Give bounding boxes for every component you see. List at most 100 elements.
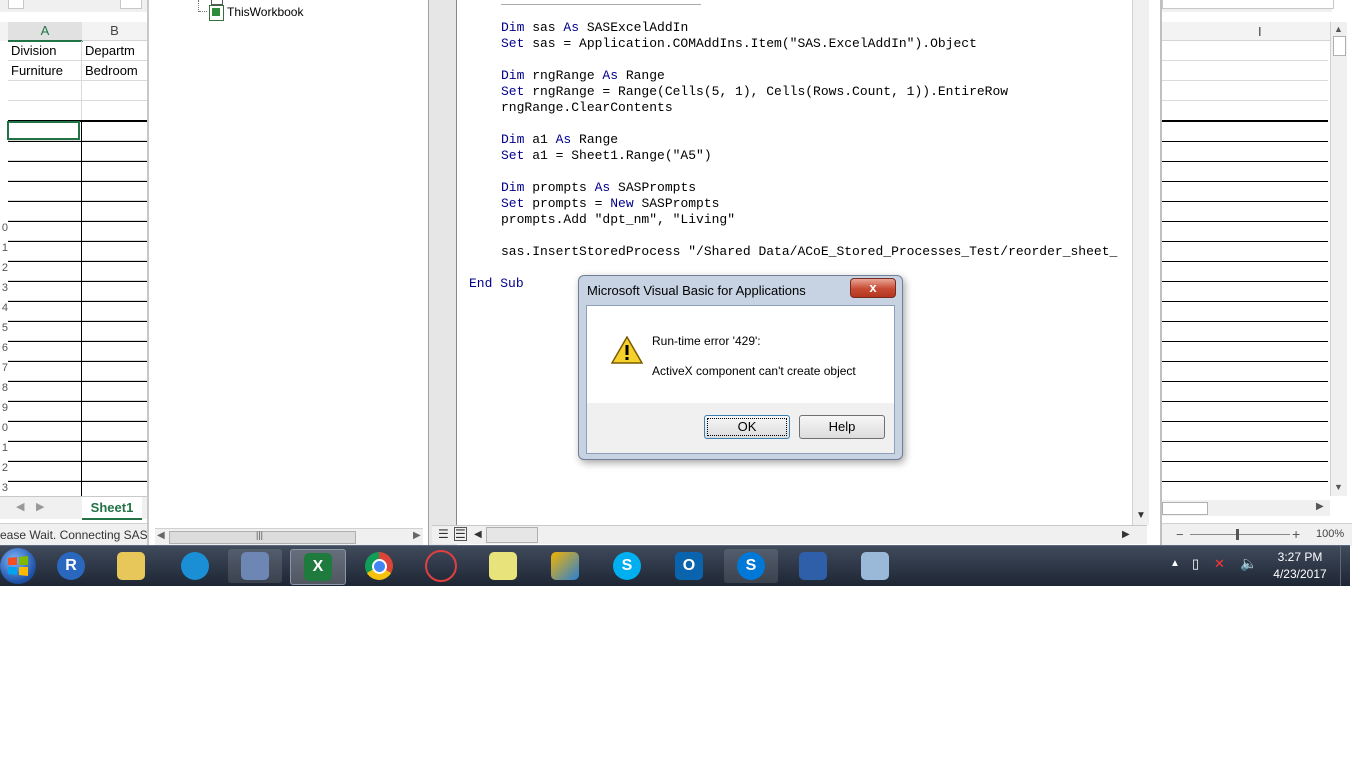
zoom-in-icon[interactable]: +	[1292, 526, 1300, 542]
skype-business-icon: S	[737, 552, 765, 580]
outlook-icon: O	[675, 552, 703, 580]
row-number: 2	[1, 262, 8, 274]
taskbar-skype[interactable]: S	[600, 549, 654, 583]
scroll-thumb[interactable]	[486, 527, 538, 543]
formula-bar-fragment	[1162, 0, 1334, 12]
windows-taskbar: R X S O S ▲ ▯ ✕ 🔈 3:27 PM 4/23/2017	[0, 545, 1350, 586]
compass-icon	[241, 552, 269, 580]
zoom-slider-track[interactable]	[1190, 534, 1290, 535]
device-icon[interactable]: ▯	[1192, 556, 1199, 572]
scroll-right-icon[interactable]: ▶	[413, 530, 421, 541]
cell-b1[interactable]: Departm	[82, 41, 147, 60]
volume-icon[interactable]: 🔈	[1240, 555, 1257, 572]
row-number: 7	[1, 362, 8, 374]
ok-button[interactable]: OK	[704, 415, 790, 439]
warning-icon	[611, 336, 643, 364]
code-line: Set rngRange = Range(Cells(5, 1), Cells(…	[501, 84, 1009, 99]
show-desktop-button[interactable]	[1340, 546, 1351, 586]
vba-editor-icon	[861, 552, 889, 580]
scroll-up-icon[interactable]: ▲	[1334, 24, 1343, 34]
scroll-right-icon[interactable]: ▶	[1316, 501, 1324, 512]
procedure-view-icon[interactable]: ☰	[438, 527, 449, 541]
column-header-bar: I	[1162, 22, 1332, 41]
sheet-vscrollbar[interactable]: ▲ ▼	[1330, 22, 1347, 496]
taskbar-file-explorer[interactable]	[104, 549, 158, 583]
taskbar-skype-business[interactable]: S	[724, 549, 778, 583]
show-hidden-icons-icon[interactable]: ▲	[1170, 558, 1180, 569]
name-box-fragment[interactable]	[8, 0, 24, 9]
bordered-table-range[interactable]	[8, 120, 147, 498]
clock-date[interactable]: 4/23/2017	[1268, 567, 1332, 581]
taskbar-outlook[interactable]: O	[662, 549, 716, 583]
tab-scroll-left-icon[interactable]: ◀	[16, 500, 24, 513]
cell-b2[interactable]: Bedroom	[82, 61, 147, 80]
scroll-left-icon[interactable]: ◀	[474, 529, 482, 540]
scroll-right-icon[interactable]: ▶	[1122, 529, 1130, 540]
code-hscrollbar[interactable]: ☰ ☰ ◀ ▶	[432, 525, 1147, 544]
zoom-out-icon[interactable]: −	[1176, 527, 1184, 542]
r-logo-icon: R	[57, 552, 85, 580]
start-button[interactable]	[0, 548, 36, 584]
code-line: Set prompts = New SASPrompts	[501, 196, 720, 211]
error-message: ActiveX component can't create object	[652, 364, 856, 378]
code-line-fragment	[501, 0, 701, 5]
active-cell-selection[interactable]	[7, 121, 80, 140]
project-hscrollbar[interactable]: ◀ ||| ▶	[155, 528, 423, 545]
clock-time[interactable]: 3:27 PM	[1268, 550, 1332, 564]
dialog-content: Run-time error '429': ActiveX component …	[587, 306, 894, 403]
scroll-left-icon[interactable]: ◀	[157, 530, 165, 541]
taskbar-security-app[interactable]	[786, 549, 840, 583]
vba-splitter[interactable]	[428, 0, 457, 545]
scroll-down-icon[interactable]: ▼	[1136, 510, 1146, 521]
help-button[interactable]: Help	[799, 415, 885, 439]
vba-project-explorer: ThisWorkbook ◀ ||| ▶	[147, 0, 434, 545]
taskbar-chrome[interactable]	[352, 549, 406, 583]
scroll-thumb[interactable]: |||	[169, 530, 356, 544]
network-icon	[425, 550, 457, 582]
formula-input-fragment[interactable]	[120, 0, 142, 9]
cell-a1[interactable]: Division	[8, 41, 82, 60]
row-number: 8	[1, 382, 8, 394]
taskbar-sas-app[interactable]	[538, 549, 592, 583]
cell-a2[interactable]: Furniture	[8, 61, 82, 80]
excel-window-left: A B Division Departm Furniture Bedroom 0…	[0, 0, 147, 545]
bordered-table-range[interactable]	[1162, 120, 1328, 498]
row-number: 2	[1, 462, 8, 474]
zoom-level[interactable]: 100%	[1316, 528, 1344, 540]
row-number: 0	[1, 222, 8, 234]
taskbar-vba-app[interactable]	[848, 549, 902, 583]
code-line: Dim prompts As SASPrompts	[501, 180, 697, 195]
module-view-icon[interactable]: ☰	[454, 527, 467, 541]
zoom-slider-thumb[interactable]	[1236, 529, 1239, 540]
table-col-border	[81, 120, 82, 496]
tab-scroll-right-icon[interactable]: ▶	[36, 500, 44, 513]
scroll-down-icon[interactable]: ▼	[1334, 482, 1343, 492]
taskbar-sticky-notes[interactable]	[476, 549, 530, 583]
column-header-b[interactable]: B	[82, 22, 147, 41]
scroll-thumb[interactable]	[1333, 36, 1346, 56]
column-header-i[interactable]: I	[1258, 24, 1262, 39]
grid-background	[1162, 41, 1328, 120]
code-vscrollbar[interactable]: ▼	[1132, 0, 1149, 525]
excel-icon: X	[304, 553, 332, 581]
scroll-thumb[interactable]	[1162, 502, 1208, 515]
taskbar-excel[interactable]: X	[290, 549, 346, 585]
code-line: Dim rngRange As Range	[501, 68, 665, 83]
runtime-error-dialog: Microsoft Visual Basic for Applications …	[578, 275, 903, 460]
sheet-tab-sheet1[interactable]: Sheet1	[82, 497, 142, 520]
code-line: Set sas = Application.COMAddIns.Item("SA…	[501, 36, 977, 51]
code-line: Set a1 = Sheet1.Range("A5")	[501, 148, 712, 163]
row-number: 1	[1, 242, 8, 254]
network-status-icon[interactable]: ✕	[1214, 556, 1225, 572]
column-header-a[interactable]: A	[8, 22, 83, 42]
sheet-hscrollbar[interactable]: ▶	[1162, 500, 1330, 516]
close-button[interactable]: x	[850, 278, 896, 298]
taskbar-browser-app[interactable]	[228, 549, 282, 583]
dialog-title: Microsoft Visual Basic for Applications	[587, 283, 806, 298]
row-number: 3	[1, 482, 8, 494]
taskbar-network-app[interactable]	[414, 549, 468, 583]
tree-item-thisworkbook[interactable]: ThisWorkbook	[227, 5, 303, 19]
skype-icon: S	[613, 552, 641, 580]
taskbar-people-app[interactable]	[168, 549, 222, 583]
taskbar-r-app[interactable]: R	[44, 549, 98, 583]
